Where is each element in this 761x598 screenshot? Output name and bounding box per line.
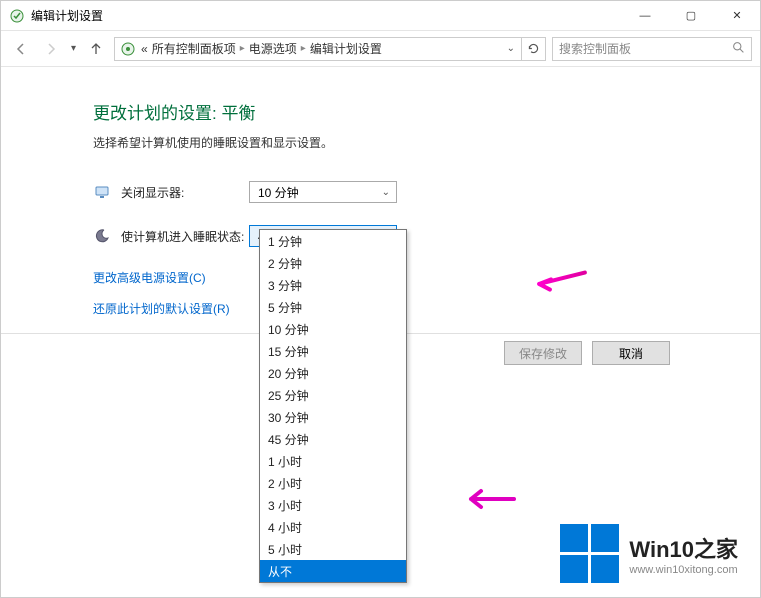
annotation-arrow [459, 479, 519, 522]
breadcrumb-sep: ▸ [240, 43, 245, 54]
dropdown-option[interactable]: 30 分钟 [260, 406, 406, 428]
row-turn-off-display: 关闭显示器: 10 分钟 ⌄ [93, 181, 760, 203]
windows-logo-icon [560, 524, 619, 583]
advanced-settings-link[interactable]: 更改高级电源设置(C) [93, 269, 760, 286]
back-button[interactable] [9, 37, 33, 61]
search-input[interactable]: 搜索控制面板 [552, 37, 752, 61]
dropdown-option[interactable]: 2 分钟 [260, 252, 406, 274]
restore-defaults-link[interactable]: 还原此计划的默认设置(R) [93, 300, 760, 317]
dropdown-option[interactable]: 10 分钟 [260, 318, 406, 340]
toolbar: ▾ « 所有控制面板项 ▸ 电源选项 ▸ 编辑计划设置 ⌄ 搜索控制面板 [1, 31, 760, 67]
row-sleep: 使计算机进入睡眠状态: 45 分钟 ⌄ [93, 225, 760, 247]
watermark-title: Win10之家 [629, 532, 738, 564]
display-off-select[interactable]: 10 分钟 ⌄ [249, 181, 397, 203]
dropdown-option[interactable]: 15 分钟 [260, 340, 406, 362]
watermark: Win10之家 www.win10xitong.com [560, 524, 738, 583]
dropdown-option[interactable]: 4 小时 [260, 516, 406, 538]
dropdown-option[interactable]: 3 分钟 [260, 274, 406, 296]
breadcrumb-sep: ▸ [301, 43, 306, 54]
dropdown-option[interactable]: 1 小时 [260, 450, 406, 472]
breadcrumb-prefix: « [141, 42, 148, 56]
breadcrumb-item[interactable]: 所有控制面板项 [152, 40, 236, 57]
dropdown-option[interactable]: 3 小时 [260, 494, 406, 516]
sleep-label: 使计算机进入睡眠状态: [121, 228, 249, 245]
dropdown-option[interactable]: 5 小时 [260, 538, 406, 560]
dropdown-option[interactable]: 2 小时 [260, 472, 406, 494]
dropdown-option[interactable]: 1 分钟 [260, 230, 406, 252]
close-button[interactable]: ✕ [714, 1, 760, 31]
display-off-value: 10 分钟 [258, 184, 299, 201]
search-icon [732, 41, 745, 57]
dropdown-option[interactable]: 5 分钟 [260, 296, 406, 318]
page-subtext: 选择希望计算机使用的睡眠设置和显示设置。 [93, 134, 760, 151]
window-title: 编辑计划设置 [31, 7, 622, 24]
display-off-label: 关闭显示器: [121, 184, 249, 201]
page-heading: 更改计划的设置: 平衡 [93, 99, 760, 124]
search-placeholder: 搜索控制面板 [559, 40, 631, 57]
app-icon [9, 8, 25, 24]
monitor-icon [93, 183, 111, 201]
moon-icon [93, 227, 111, 245]
window-controls: — ▢ ✕ [622, 1, 760, 31]
breadcrumb[interactable]: « 所有控制面板项 ▸ 电源选项 ▸ 编辑计划设置 ⌄ [114, 37, 522, 61]
watermark-url: www.win10xitong.com [629, 564, 738, 576]
breadcrumb-item[interactable]: 电源选项 [249, 40, 297, 57]
maximize-button[interactable]: ▢ [668, 1, 714, 31]
button-row: 保存修改 取消 [504, 341, 670, 365]
breadcrumb-dropdown[interactable]: ⌄ [505, 43, 517, 54]
sleep-dropdown-list[interactable]: 1 分钟 2 分钟 3 分钟 5 分钟 10 分钟 15 分钟 20 分钟 25… [259, 229, 407, 583]
minimize-button[interactable]: — [622, 1, 668, 31]
forward-button[interactable] [39, 37, 63, 61]
up-button[interactable] [84, 37, 108, 61]
recent-dropdown[interactable]: ▾ [69, 43, 78, 54]
cancel-button[interactable]: 取消 [592, 341, 670, 365]
breadcrumb-item[interactable]: 编辑计划设置 [310, 40, 382, 57]
dropdown-option[interactable]: 45 分钟 [260, 428, 406, 450]
chevron-down-icon: ⌄ [382, 187, 390, 198]
titlebar: 编辑计划设置 — ▢ ✕ [1, 1, 760, 31]
dropdown-option[interactable]: 25 分钟 [260, 384, 406, 406]
dropdown-option[interactable]: 20 分钟 [260, 362, 406, 384]
address-icon [119, 40, 137, 58]
refresh-button[interactable] [522, 37, 546, 61]
dropdown-option-highlighted[interactable]: 从不 [260, 560, 406, 582]
save-button[interactable]: 保存修改 [504, 341, 582, 365]
